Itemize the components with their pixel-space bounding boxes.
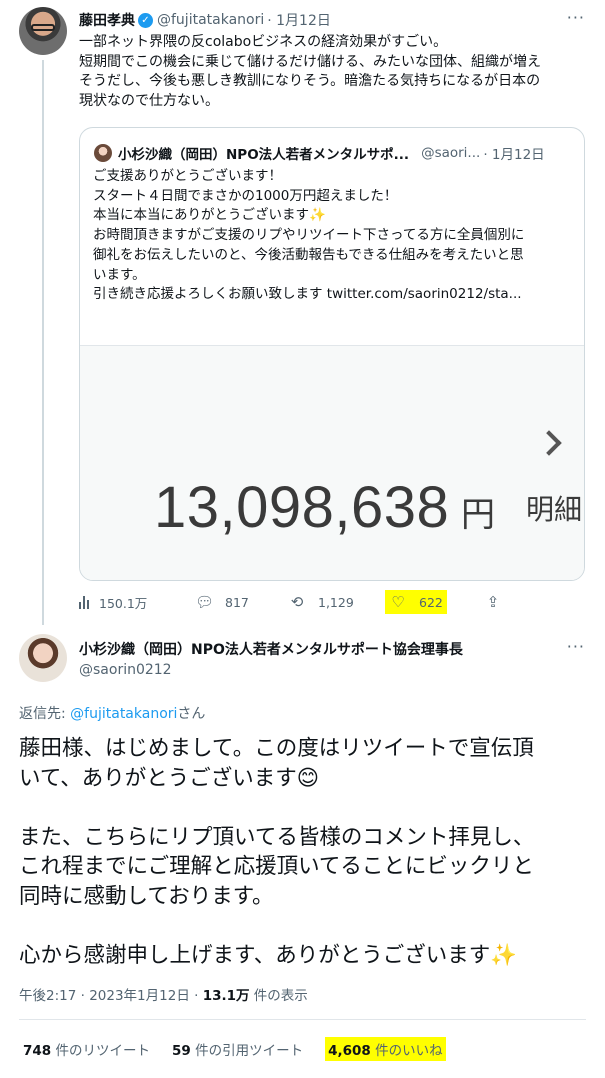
quoted-author-handle: @saori... xyxy=(421,145,481,161)
tweet-line: そうだし、今後も悪しき教訓になりそう。暗澹たる気持ちになるが日本の xyxy=(79,73,541,89)
tweet-line: 短期間でこの機会に乗じて儲けるだけ儲ける、みたいな団体、組織が増え xyxy=(79,53,541,70)
tweet-line: 心から感謝申し上げます、ありがとうございます✨ xyxy=(19,942,518,968)
analytics-icon xyxy=(79,595,89,609)
view-count-label: 件の表示 xyxy=(249,988,308,1004)
like-count: 622 xyxy=(419,594,443,610)
heart-icon: ♡ xyxy=(391,593,405,611)
engagement-stats: 748 件のリツイート 59 件の引用ツイート 4,608 件のいいね xyxy=(23,1037,468,1061)
like-button[interactable]: ♡ 622 xyxy=(385,590,447,614)
tweet-line: また、こちらにリプ頂いてる皆様のコメント拝見し、 xyxy=(19,824,535,850)
replying-mention-link[interactable]: @fujitatakanori xyxy=(70,706,177,722)
quotes-stat[interactable]: 59 件の引用ツイート xyxy=(172,1039,303,1059)
retweet-label: 件のリツイート xyxy=(51,1043,150,1059)
quote-line: スタート４日間でまさかの1000万円超えました！ xyxy=(93,187,398,204)
reply-button[interactable]: 💬︎ 817 xyxy=(195,590,249,614)
avatar-fujita[interactable] xyxy=(19,7,67,55)
tweet-metadata: 午後2:17 · 2023年1月12日 · 13.1万 件の表示 xyxy=(19,984,308,1004)
retweet-button[interactable]: ⟲ 1,129 xyxy=(288,590,354,614)
more-options-icon[interactable]: ··· xyxy=(567,637,585,656)
quoted-avatar xyxy=(94,144,112,162)
view-count: 13.1万 xyxy=(202,988,250,1004)
details-label: 明細 xyxy=(526,493,583,526)
quoted-tweet-header: 小杉沙織（岡田）NPO法人若者メンタルサポ... @saori... · 1月1… xyxy=(94,143,574,163)
author-name[interactable]: 藤田孝典 xyxy=(79,10,135,30)
tweet-timestamp[interactable]: 午後2:17 · 2023年1月12日 · xyxy=(19,988,203,1004)
quoted-tweet-image[interactable]: 13,098,638 円 明細 xyxy=(80,345,584,580)
tweet1-action-bar: 150.1万 💬︎ 817 ⟲ 1,129 ♡ 622 ⇪ xyxy=(79,590,509,614)
quoted-author-name: 小杉沙織（岡田）NPO法人若者メンタルサポ... xyxy=(118,147,410,163)
tweet-line: 藤田様、はじめまして。この度はリツイートで宣伝頂 xyxy=(19,736,534,761)
retweet-total: 748 xyxy=(23,1043,52,1059)
tweet-line: これ程までにご理解と応援頂いてることにビックリと xyxy=(19,854,534,879)
quote-line: います。 xyxy=(93,266,146,283)
author-handle[interactable]: @fujitatakanori xyxy=(157,12,264,28)
views-button[interactable]: 150.1万 xyxy=(79,590,147,614)
avatar-kosugi[interactable] xyxy=(19,634,67,682)
tweet1-header: 藤田孝典 ✓ @fujitatakanori · 1月12日 xyxy=(79,10,331,30)
reply-icon: 💬︎ xyxy=(195,593,215,611)
more-options-icon[interactable]: ··· xyxy=(567,8,585,27)
tweet-line: 同時に感動しております。 xyxy=(19,883,274,909)
likes-stat[interactable]: 4,608 件のいいね xyxy=(325,1037,446,1061)
tweet1-text: 一部ネット界隈の反colaboビジネスの経済効果がすごい。 短期間でこの機会に乗… xyxy=(79,33,579,111)
share-button[interactable]: ⇪ xyxy=(484,590,502,614)
donation-amount: 13,098,638 xyxy=(154,475,450,540)
currency-label: 円 xyxy=(461,495,495,535)
verified-badge-icon: ✓ xyxy=(138,12,153,28)
like-label: 件のいいね xyxy=(370,1043,443,1059)
thread-connector-line xyxy=(42,60,44,625)
quote-total: 59 xyxy=(171,1043,191,1059)
chevron-right-icon xyxy=(536,430,562,456)
replying-to: 返信先: @fujitatakanoriさん xyxy=(19,703,205,723)
author-name[interactable]: 小杉沙織（岡田）NPO法人若者メンタルサポート協会理事長 xyxy=(79,639,463,658)
tweet-line: 一部ネット界隈の反colaboビジネスの経済効果がすごい。 xyxy=(79,34,448,50)
quote-line: ご支援ありがとうございます！ xyxy=(93,168,282,184)
quote-line: 御礼をお伝えしたいのと、今後活動報告もできる仕組みを考えたいと思 xyxy=(93,246,524,263)
quote-line: お時間頂きますがご支援のリプやリツイート下さってる方に全員個別に xyxy=(93,227,525,244)
retweets-stat[interactable]: 748 件のリツイート xyxy=(23,1039,150,1059)
like-total: 4,608 xyxy=(328,1043,371,1059)
quoted-tweet-card[interactable]: 小杉沙織（岡田）NPO法人若者メンタルサポ... @saori... · 1月1… xyxy=(79,127,585,581)
views-count: 150.1万 xyxy=(99,595,148,611)
tweet2-text: 藤田様、はじめまして。この度はリツイートで宣伝頂 いて、ありがとうございます😊 … xyxy=(19,734,589,970)
tweet2-header: 小杉沙織（岡田）NPO法人若者メンタルサポート協会理事長 @saorin0212 xyxy=(79,639,463,678)
retweet-icon: ⟲ xyxy=(290,593,304,611)
quoted-tweet-date: · 1月12日 xyxy=(483,147,545,163)
replying-suffix: さん xyxy=(177,706,206,722)
share-icon: ⇪ xyxy=(486,593,500,611)
tweet-date[interactable]: · 1月12日 xyxy=(267,10,331,30)
quoted-tweet-text: ご支援ありがとうございます！ スタート４日間でまさかの1000万円超えました！ … xyxy=(93,167,573,305)
replying-prefix: 返信先: xyxy=(19,706,71,722)
reply-count: 817 xyxy=(225,594,249,610)
quote-label: 件の引用ツイート xyxy=(190,1043,304,1059)
tweet-line: いて、ありがとうございます😊 xyxy=(19,765,320,791)
tweet-line: 現状なので仕方ない。 xyxy=(79,92,219,109)
quote-line: 本当に本当にありがとうございます✨ xyxy=(93,207,326,224)
quote-line: 引き続き応援よろしくお願い致します twitter.com/saorin0212… xyxy=(93,286,522,303)
divider xyxy=(19,1019,586,1020)
author-handle[interactable]: @saorin0212 xyxy=(79,662,463,678)
retweet-count: 1,129 xyxy=(318,594,354,610)
